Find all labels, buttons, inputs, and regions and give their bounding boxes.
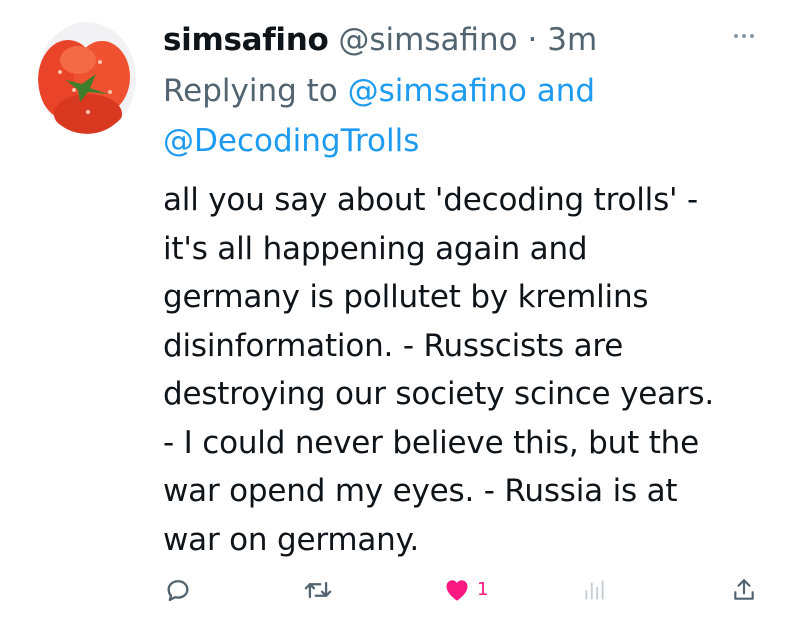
tweet-header: simsafino @simsafino · 3m <box>163 20 597 60</box>
mention-conjunction[interactable]: and <box>537 73 595 109</box>
display-name[interactable]: simsafino <box>163 22 329 58</box>
retweet-button[interactable] <box>303 576 333 604</box>
reply-button[interactable] <box>164 576 192 604</box>
tweet-line: disinformation. - Russcists are <box>163 327 624 364</box>
handle[interactable]: @simsafino <box>338 22 517 58</box>
tweet: simsafino @simsafino · 3m Replying to @s… <box>0 0 800 618</box>
retweet-icon <box>304 581 332 599</box>
avatar[interactable] <box>38 22 136 134</box>
views-button[interactable] <box>582 576 608 604</box>
tweet-line: all you say about 'decoding trolls' - <box>163 182 699 218</box>
mention-simsafino[interactable]: @simsafino <box>348 73 527 109</box>
tweet-line: war on germany. <box>163 521 419 558</box>
share-icon <box>734 579 754 600</box>
tweet-line: - I could never believe this, but the <box>163 424 699 461</box>
like-count: 1 <box>477 578 489 600</box>
tweet-line: war opend my eyes. - Russia is at <box>163 473 678 509</box>
tweet-line: it's all happening again and <box>163 230 588 267</box>
mention-decodingtrolls[interactable]: @DecodingTrolls <box>163 123 419 159</box>
like-button[interactable]: 1 <box>443 576 488 602</box>
timestamp[interactable]: 3m <box>547 22 597 58</box>
share-button[interactable] <box>731 576 757 604</box>
tweet-text: all you say about 'decoding trolls' - it… <box>163 176 773 564</box>
more-icon[interactable] <box>734 34 754 38</box>
replying-to: Replying to @simsafino and @DecodingTrol… <box>163 66 643 166</box>
action-bar: 1 <box>0 570 800 610</box>
analytics-icon <box>585 580 604 600</box>
replying-to-prefix: Replying to <box>163 73 338 109</box>
reply-icon <box>167 580 189 602</box>
separator-dot: · <box>527 22 538 58</box>
heart-icon <box>446 580 468 601</box>
tweet-line: germany is pollutet by kremlins <box>163 279 649 315</box>
tweet-line: destroying our society scince years. <box>163 376 715 412</box>
